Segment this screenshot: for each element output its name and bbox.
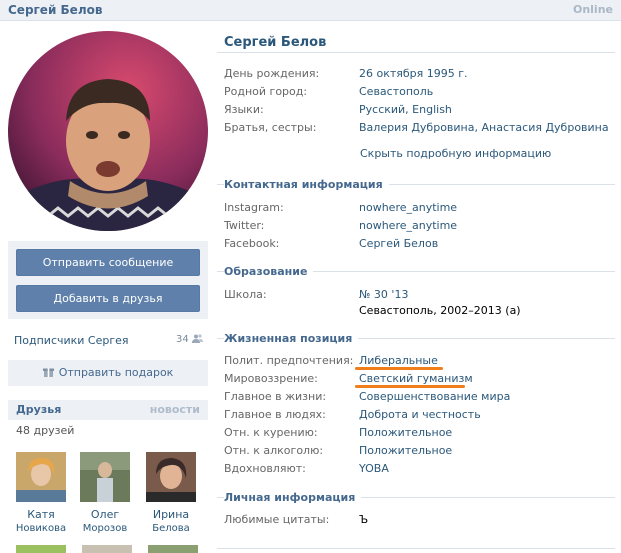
send-gift-button[interactable]: Отправить подарок (8, 360, 208, 386)
action-buttons: Отправить сообщение Добавить в друзья (8, 241, 208, 319)
friend-first-name[interactable]: Олег (75, 508, 135, 522)
politics-label: Полит. предпочтения: (224, 354, 354, 367)
friends-title[interactable]: Друзья (16, 403, 61, 416)
hide-details-link[interactable]: Скрыть подробную информацию (360, 147, 551, 160)
worldview-value[interactable]: Светский гуманизм (359, 372, 473, 385)
friend-avatar[interactable] (82, 545, 132, 553)
quotes-label: Любимые цитаты: (224, 513, 330, 526)
highlight-underline (355, 385, 465, 388)
birthday-label: День рождения: (224, 67, 320, 80)
divider (217, 548, 615, 549)
friend-first-name[interactable]: Ирина (141, 508, 201, 522)
school-label: Школа: (224, 288, 267, 301)
people-icon (191, 334, 203, 343)
politics-value[interactable]: Либеральные (359, 354, 438, 367)
friend-avatar[interactable] (80, 452, 130, 502)
header-user-name[interactable]: Сергей Белов (8, 3, 102, 17)
languages-label: Языки: (224, 103, 264, 116)
send-message-button[interactable]: Отправить сообщение (16, 249, 200, 276)
friends-header: Друзья новости (8, 400, 208, 420)
left-column: Отправить сообщение Добавить в друзья По… (0, 21, 208, 553)
friend-last-name[interactable]: Белова (141, 522, 201, 535)
school-details[interactable]: Севастополь, 2002–2013 (а) (359, 304, 521, 317)
add-friend-button[interactable]: Добавить в друзья (16, 285, 200, 312)
page-header: Сергей Белов Online (0, 0, 621, 21)
birthday-value[interactable]: 26 октября 1995 г. (359, 67, 468, 80)
alcohol-value[interactable]: Положительное (359, 444, 452, 457)
facebook-value[interactable]: Сергей Белов (359, 237, 438, 250)
worldview-label: Мировоззрение: (224, 372, 318, 385)
twitter-value[interactable]: nowhere_anytime (359, 219, 457, 232)
contacts-section-title: Контактная информация (224, 178, 389, 191)
gift-icon (42, 368, 54, 377)
online-status: Online (572, 3, 613, 16)
instagram-value[interactable]: nowhere_anytime (359, 201, 457, 214)
friend-last-name[interactable]: Морозов (75, 522, 135, 535)
hometown-label: Родной город: (224, 85, 308, 98)
people-priority-value[interactable]: Доброта и честность (359, 408, 481, 421)
education-section-title: Образование (224, 265, 314, 278)
alcohol-label: Отн. к алкоголю: (224, 444, 324, 457)
personal-section-title: Личная информация (224, 491, 362, 504)
smoking-value[interactable]: Положительное (359, 426, 452, 439)
friend-avatar[interactable] (16, 545, 66, 553)
subscribers-count: 34 (176, 334, 203, 345)
inspiration-label: Вдохновляют: (224, 462, 306, 475)
friend-avatar[interactable] (148, 545, 198, 553)
siblings-value[interactable]: Валерия Дубровина, Анастасия Дубровина (359, 121, 609, 134)
friend-first-name[interactable]: Катя (11, 508, 71, 522)
life-priority-label: Главное в жизни: (224, 390, 327, 403)
siblings-label: Братья, сестры: (224, 121, 317, 134)
profile-avatar[interactable] (8, 31, 208, 231)
friend-card[interactable]: Олег Морозов (75, 452, 135, 535)
friend-avatar[interactable] (146, 452, 196, 502)
people-priority-label: Главное в людях: (224, 408, 326, 421)
hometown-value[interactable]: Севастополь (359, 85, 433, 98)
highlight-underline (355, 367, 443, 370)
friend-card[interactable]: Ирина Белова (141, 452, 201, 535)
friend-last-name[interactable]: Новикова (11, 522, 71, 535)
life-priority-value[interactable]: Совершенствование мира (359, 390, 510, 403)
subscribers-link[interactable]: Подписчики Сергея (14, 334, 129, 347)
twitter-label: Twitter: (224, 219, 265, 232)
inspiration-value[interactable]: YOBA (359, 462, 389, 475)
school-value[interactable]: № 30 '13 (359, 288, 408, 301)
facebook-label: Facebook: (224, 237, 280, 250)
quotes-value: Ъ (359, 513, 369, 526)
position-section-title: Жизненная позиция (224, 332, 359, 345)
friend-card[interactable]: Катя Новикова (11, 452, 71, 535)
friends-count: 48 друзей (16, 424, 75, 437)
instagram-label: Instagram: (224, 201, 284, 214)
friend-avatar[interactable] (16, 452, 66, 502)
page-title: Сергей Белов (224, 35, 327, 50)
languages-value[interactable]: Русский, English (359, 103, 452, 116)
divider (217, 52, 615, 53)
smoking-label: Отн. к курению: (224, 426, 318, 439)
friends-news-link[interactable]: новости (150, 403, 200, 416)
